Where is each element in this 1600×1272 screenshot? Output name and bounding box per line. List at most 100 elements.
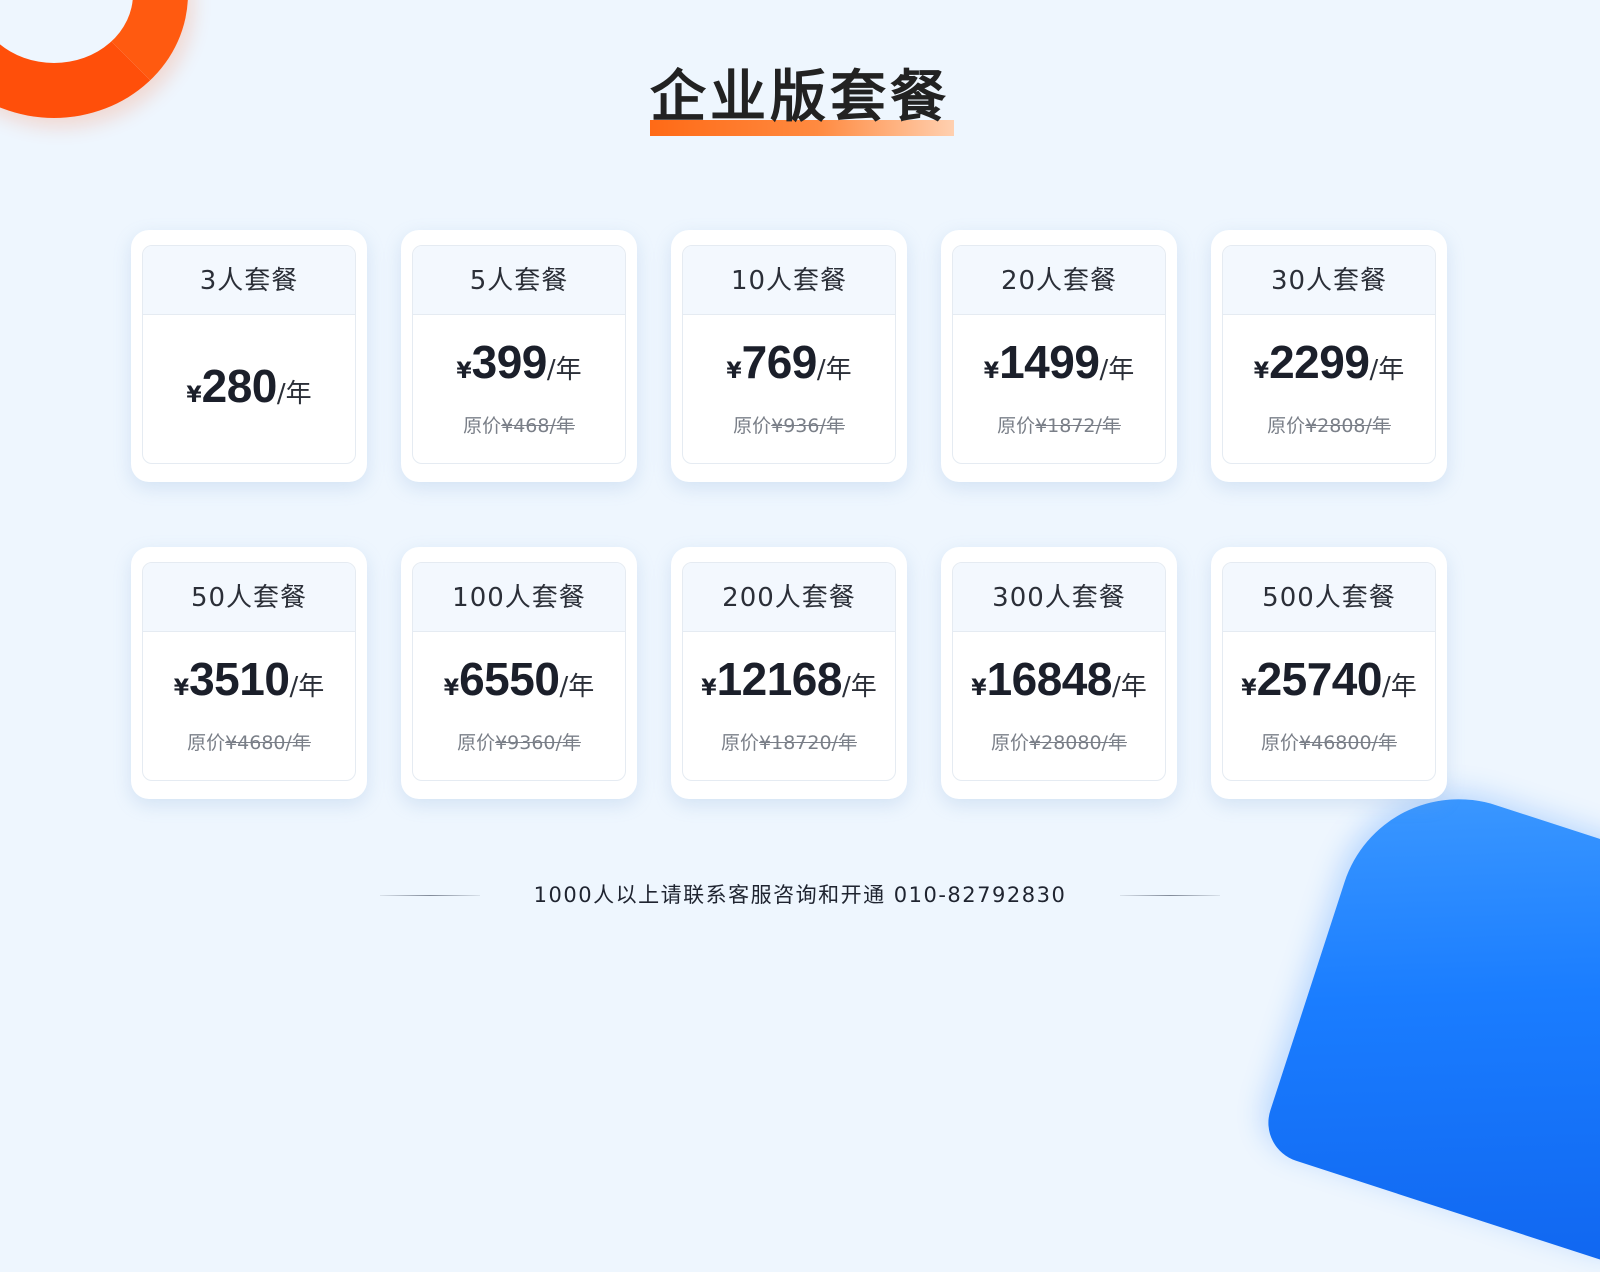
original-price-label: 原价 xyxy=(187,732,226,754)
plan-name: 300人套餐 xyxy=(953,563,1165,632)
price-amount: 769 xyxy=(741,336,818,388)
original-price-label: 原价 xyxy=(463,415,502,437)
original-price-label: 原价 xyxy=(1261,732,1300,754)
original-price-value: ¥46800/年 xyxy=(1299,732,1397,754)
currency-symbol: ¥ xyxy=(1241,676,1257,701)
price-unit: /年 xyxy=(841,672,877,702)
footer-divider-left xyxy=(380,895,480,896)
plan-name: 20人套餐 xyxy=(953,246,1165,315)
plan-card-body: 500人套餐 ¥25740/年原价¥46800/年 xyxy=(1222,562,1436,781)
price-amount: 399 xyxy=(471,336,548,388)
plan-card[interactable]: 300人套餐 ¥16848/年原价¥28080/年 xyxy=(941,547,1177,799)
plan-card-body: 3人套餐 ¥280/年 xyxy=(142,245,356,464)
plan-name: 500人套餐 xyxy=(1223,563,1435,632)
plan-price: ¥399/年 xyxy=(413,335,625,389)
plan-name: 5人套餐 xyxy=(413,246,625,315)
plan-card[interactable]: 10人套餐 ¥769/年原价¥936/年 xyxy=(671,230,907,482)
page-header: 企业版套餐 xyxy=(0,58,1600,138)
price-amount: 280 xyxy=(201,360,278,412)
plan-price: ¥16848/年 xyxy=(953,652,1165,706)
plan-card[interactable]: 200人套餐 ¥12168/年 原价¥18720/年 xyxy=(671,547,907,799)
plan-card[interactable]: 30人套餐 ¥2299/年原价¥2808/年 xyxy=(1211,230,1447,482)
plan-price: ¥12168/年 xyxy=(683,652,895,706)
price-unit: /年 xyxy=(1381,672,1417,702)
plan-card[interactable]: 500人套餐 ¥25740/年原价¥46800/年 xyxy=(1211,547,1447,799)
plan-price: ¥1499/年 xyxy=(953,335,1165,389)
plan-card-body: 50人套餐 ¥3510/年原价¥4680/年 xyxy=(142,562,356,781)
price-amount: 25740 xyxy=(1256,653,1383,705)
currency-symbol: ¥ xyxy=(726,359,742,384)
original-price: 原价¥28080/年 xyxy=(953,728,1165,755)
original-price-label: 原价 xyxy=(997,415,1036,437)
plan-price: ¥280/年 xyxy=(143,359,355,413)
price-unit: /年 xyxy=(1111,672,1147,702)
original-price: 原价¥2808/年 xyxy=(1223,411,1435,438)
price-unit: /年 xyxy=(276,379,312,409)
original-price-label: 原价 xyxy=(1267,415,1306,437)
original-price: 原价¥46800/年 xyxy=(1223,728,1435,755)
page-title: 企业版套餐 xyxy=(648,58,954,138)
original-price: 原价¥18720/年 xyxy=(683,728,895,755)
plan-card[interactable]: 20人套餐 ¥1499/年原价¥1872/年 xyxy=(941,230,1177,482)
plan-card-body: 20人套餐 ¥1499/年原价¥1872/年 xyxy=(952,245,1166,464)
original-price-label: 原价 xyxy=(991,732,1030,754)
currency-symbol: ¥ xyxy=(1253,359,1270,384)
original-price-value: ¥18720/年 xyxy=(759,732,857,754)
plan-card-body: 5人套餐 ¥399/年原价¥468/年 xyxy=(412,245,626,464)
blue-shape-decoration xyxy=(1257,767,1600,1272)
currency-symbol: ¥ xyxy=(971,676,987,701)
price-unit: /年 xyxy=(289,672,325,702)
price-amount: 3510 xyxy=(189,653,290,705)
price-unit: /年 xyxy=(1369,355,1405,385)
original-price: 原价¥4680/年 xyxy=(143,728,355,755)
plan-card-body: 10人套餐 ¥769/年原价¥936/年 xyxy=(682,245,896,464)
price-unit: /年 xyxy=(1099,355,1135,385)
plan-card-body: 30人套餐 ¥2299/年原价¥2808/年 xyxy=(1222,245,1436,464)
price-unit: /年 xyxy=(559,672,595,702)
original-price-value: ¥9360/年 xyxy=(495,732,581,754)
plan-card[interactable]: 50人套餐 ¥3510/年原价¥4680/年 xyxy=(131,547,367,799)
contact-info: 1000人以上请联系客服咨询和开通 010-82792830 xyxy=(533,883,1067,907)
plan-price: ¥3510/年 xyxy=(143,652,355,706)
original-price: 原价¥936/年 xyxy=(683,411,895,438)
original-price: 原价¥1872/年 xyxy=(953,411,1165,438)
original-price-value: ¥936/年 xyxy=(771,415,845,437)
currency-symbol: ¥ xyxy=(701,676,717,701)
original-price-value: ¥2808/年 xyxy=(1305,415,1391,437)
plan-name: 100人套餐 xyxy=(413,563,625,632)
plan-name: 10人套餐 xyxy=(683,246,895,315)
price-unit: /年 xyxy=(546,355,582,385)
price-amount: 6550 xyxy=(459,653,560,705)
footer-divider-right xyxy=(1120,895,1220,896)
plan-card-body: 100人套餐 ¥6550/年原价¥9360/年 xyxy=(412,562,626,781)
original-price-label: 原价 xyxy=(733,415,772,437)
plan-price: ¥6550/年 xyxy=(413,652,625,706)
page-title-text: 企业版套餐 xyxy=(650,65,950,130)
price-amount: 16848 xyxy=(986,653,1113,705)
currency-symbol: ¥ xyxy=(983,359,1000,384)
plan-card[interactable]: 100人套餐 ¥6550/年原价¥9360/年 xyxy=(401,547,637,799)
original-price-value: ¥1872/年 xyxy=(1035,415,1121,437)
original-price: 原价¥468/年 xyxy=(413,411,625,438)
footer: 1000人以上请联系客服咨询和开通 010-82792830 xyxy=(0,875,1600,915)
plan-card[interactable]: 3人套餐 ¥280/年 xyxy=(131,230,367,482)
plan-price: ¥769/年 xyxy=(683,335,895,389)
currency-symbol: ¥ xyxy=(456,359,472,384)
original-price-value: ¥4680/年 xyxy=(225,732,311,754)
plan-card-body: 200人套餐 ¥12168/年 原价¥18720/年 xyxy=(682,562,896,781)
plan-name: 50人套餐 xyxy=(143,563,355,632)
original-price-label: 原价 xyxy=(721,732,760,754)
price-amount: 2299 xyxy=(1269,336,1370,388)
plan-price: ¥25740/年 xyxy=(1223,652,1435,706)
plan-name: 3人套餐 xyxy=(143,246,355,315)
original-price-value: ¥468/年 xyxy=(501,415,575,437)
price-unit: /年 xyxy=(816,355,852,385)
plan-card[interactable]: 5人套餐 ¥399/年原价¥468/年 xyxy=(401,230,637,482)
currency-symbol: ¥ xyxy=(173,676,190,701)
original-price: 原价¥9360/年 xyxy=(413,728,625,755)
plan-card-body: 300人套餐 ¥16848/年原价¥28080/年 xyxy=(952,562,1166,781)
plan-name: 30人套餐 xyxy=(1223,246,1435,315)
currency-symbol: ¥ xyxy=(186,383,202,408)
original-price-value: ¥28080/年 xyxy=(1029,732,1127,754)
plan-price: ¥2299/年 xyxy=(1223,335,1435,389)
